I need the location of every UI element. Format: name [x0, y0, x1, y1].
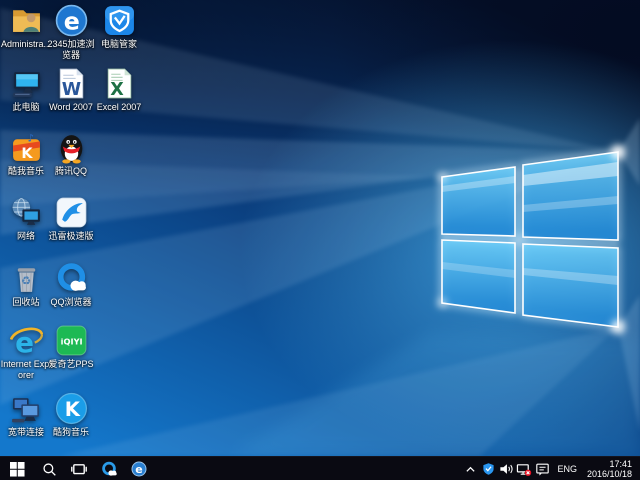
task-view-icon: [71, 461, 87, 477]
svg-text:W: W: [61, 79, 80, 99]
iqiyi-icon: iQIYI: [54, 323, 88, 357]
icon-label: 腾讯QQ: [55, 166, 87, 177]
desktop-screen: Administra... 此电脑 K ♪ 酷我音乐: [0, 0, 640, 480]
kuwo-music-icon: K ♪: [9, 130, 43, 164]
icon-label: Word 2007: [49, 102, 93, 113]
svg-text:e: e: [63, 7, 79, 35]
word-2007-icon: W: [54, 66, 88, 100]
clock-time: 17:41: [587, 459, 632, 469]
kugou-music-icon: K: [54, 391, 88, 425]
svg-text:♪: ♪: [27, 132, 34, 144]
tray-volume-button[interactable]: [497, 457, 515, 480]
icon-label: 迅雷极速版: [48, 231, 93, 242]
desktop-icon-qq-browser[interactable]: QQ浏览器: [45, 261, 97, 308]
desktop-icon-xunlei[interactable]: 迅雷极速版: [45, 195, 97, 242]
desktop-icon-tencent-qq[interactable]: 腾讯QQ: [45, 130, 97, 177]
svg-text:iQIYI: iQIYI: [60, 336, 82, 346]
2345-browser-icon: e: [54, 3, 88, 37]
svg-text:K: K: [21, 145, 33, 161]
taskbar-2345-browser-button[interactable]: e: [124, 457, 154, 480]
icon-label: Excel 2007: [97, 102, 142, 113]
internet-explorer-icon: e: [9, 323, 43, 357]
icon-label: 酷我音乐: [8, 166, 44, 177]
desktop-icon-kugou-music[interactable]: K 酷狗音乐: [45, 391, 97, 438]
icon-label: 2345加速浏览器: [45, 39, 97, 61]
xunlei-bird-icon: [54, 195, 88, 229]
taskbar-qq-browser-button[interactable]: [94, 457, 124, 480]
excel-2007-icon: X: [102, 66, 136, 100]
qq-browser-icon: [101, 461, 118, 478]
icon-label: 网络: [17, 231, 35, 242]
svg-text:K: K: [64, 398, 80, 421]
system-tray: ENG 17:41 2016/10/18: [461, 457, 640, 480]
start-button[interactable]: [0, 457, 34, 480]
recycle-bin-icon: ♻: [9, 261, 43, 295]
desktop-icon-word-2007[interactable]: W Word 2007: [45, 66, 97, 113]
desktop-icon-pc-manager[interactable]: 电脑管家: [93, 3, 145, 50]
network-error-icon: [516, 462, 532, 477]
tray-pc-manager-button[interactable]: [479, 457, 497, 480]
language-indicator[interactable]: ENG: [551, 457, 583, 480]
svg-text:♻: ♻: [20, 273, 30, 287]
taskbar: e: [0, 456, 640, 480]
icon-label: 酷狗音乐: [53, 427, 89, 438]
chevron-up-icon: [465, 464, 476, 475]
qq-browser-icon: [54, 261, 88, 295]
search-button[interactable]: [34, 457, 64, 480]
shield-icon: [482, 462, 495, 476]
2345-browser-icon: e: [131, 461, 147, 477]
icon-label: 回收站: [12, 297, 39, 308]
icon-label: QQ浏览器: [50, 297, 91, 308]
windows-logo-icon: [10, 462, 25, 477]
svg-text:X: X: [110, 79, 124, 99]
pc-manager-shield-icon: [102, 3, 136, 37]
icon-label: 爱奇艺PPS: [48, 359, 93, 370]
user-folder-icon: [9, 3, 43, 37]
icon-label: 电脑管家: [101, 39, 137, 50]
broadband-connection-icon: [9, 391, 43, 425]
tray-action-center-button[interactable]: [533, 457, 551, 480]
action-center-icon: [535, 462, 550, 476]
icon-label: 宽带连接: [8, 427, 44, 438]
search-icon: [42, 462, 57, 477]
desktop-icon-iqiyi-pps[interactable]: iQIYI 爱奇艺PPS: [45, 323, 97, 370]
clock-date: 2016/10/18: [587, 469, 632, 479]
taskbar-left: e: [0, 457, 154, 480]
clock[interactable]: 17:41 2016/10/18: [583, 457, 640, 480]
computer-monitor-icon: [9, 66, 43, 100]
desktop-icon-2345-browser[interactable]: e 2345加速浏览器: [45, 3, 97, 61]
svg-text:e: e: [135, 463, 142, 476]
qq-penguin-icon: [54, 130, 88, 164]
icon-label: 此电脑: [12, 102, 39, 113]
icon-label: Administra...: [1, 39, 51, 50]
task-view-button[interactable]: [64, 457, 94, 480]
network-globe-icon: [9, 195, 43, 229]
speaker-icon: [499, 462, 514, 476]
tray-network-button[interactable]: [515, 457, 533, 480]
tray-chevron-up-button[interactable]: [461, 457, 479, 480]
desktop-icon-excel-2007[interactable]: X Excel 2007: [93, 66, 145, 113]
